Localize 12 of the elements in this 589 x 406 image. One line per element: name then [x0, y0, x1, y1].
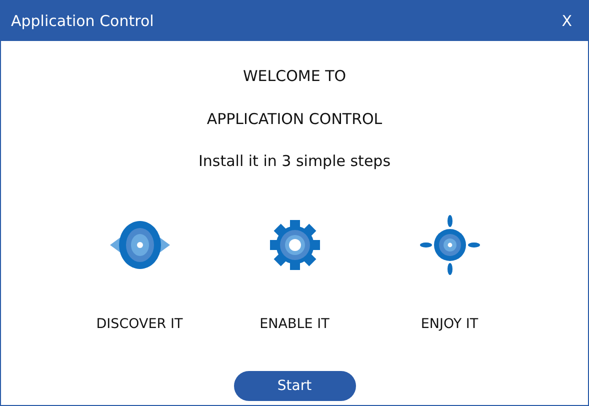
subtitle: Install it in 3 simple steps	[198, 151, 391, 171]
step-label: DISCOVER IT	[96, 315, 183, 333]
heading: WELCOME TO	[242, 66, 346, 86]
target-icon	[420, 215, 480, 275]
close-button[interactable]: X	[560, 12, 574, 30]
gear-icon	[270, 220, 320, 270]
heading: APPLICATION CONTROL	[206, 109, 382, 129]
start-button[interactable]: Start	[234, 371, 356, 401]
window-title: Application Control	[11, 12, 154, 30]
eye-icon	[110, 221, 170, 269]
step-label: ENJOY IT	[420, 315, 478, 333]
step-label: ENABLE IT	[260, 315, 330, 333]
